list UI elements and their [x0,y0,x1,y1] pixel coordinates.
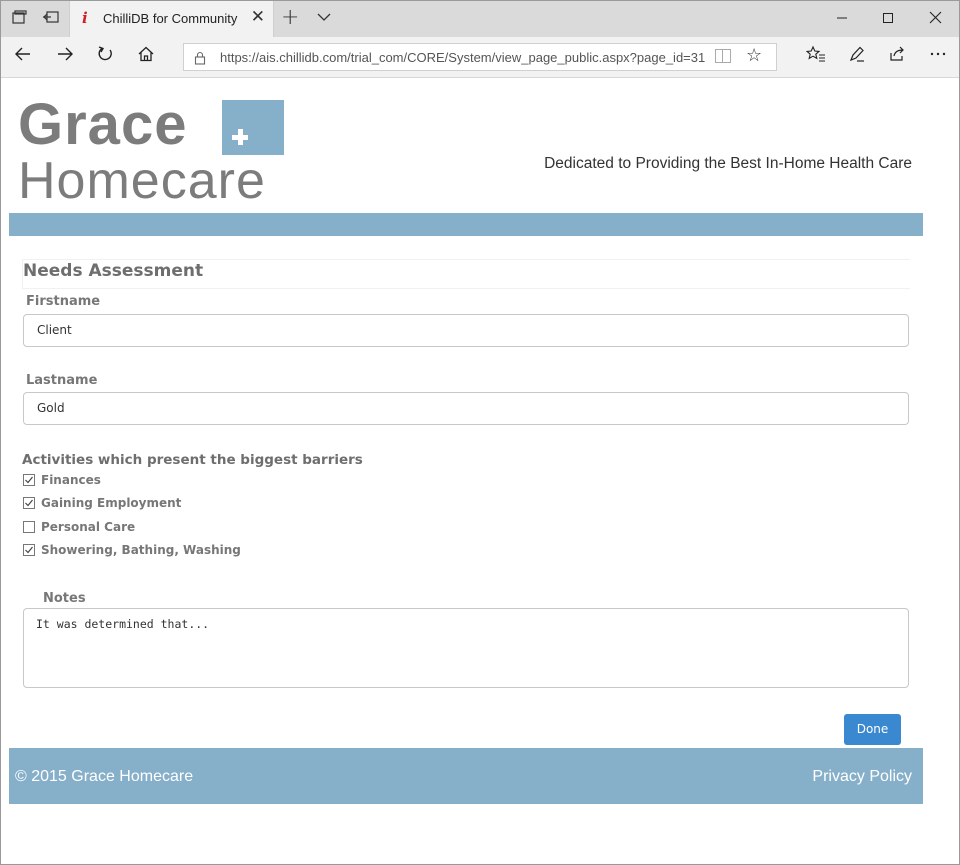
favorites-hub-icon[interactable] [804,45,828,69]
page-title: Needs Assessment [23,261,204,281]
logo-text-homecare: Homecare [18,152,266,210]
back-icon[interactable] [11,45,35,69]
checkbox-label: Showering, Bathing, Washing [41,543,241,557]
lastname-field[interactable]: Gold [23,392,909,425]
close-window-icon[interactable] [920,8,950,30]
chevron-down-icon[interactable] [316,9,332,29]
notes-pen-icon[interactable] [845,45,869,69]
forward-icon[interactable] [53,45,77,69]
navigation-bar: https://ais.chillidb.com/trial_com/CORE/… [1,37,959,78]
tagline: Dedicated to Providing the Best In-Home … [544,155,912,172]
favicon-icon: i [82,9,88,27]
favorite-star-icon[interactable]: ☆ [746,45,762,66]
page-content: Grace Homecare Dedicated to Providing th… [1,78,959,864]
logo-text-grace: Grace [18,92,188,157]
close-icon[interactable]: ✕ [251,7,265,27]
checkbox-gaining-employment[interactable] [23,497,35,509]
set-aside-tabs-icon[interactable] [41,9,61,29]
more-icon[interactable] [926,45,950,69]
checkbox-finances[interactable] [23,474,35,486]
notes-textarea[interactable]: It was determined that... [23,608,909,688]
notes-label: Notes [43,591,86,606]
checkbox-label: Finances [41,473,101,487]
firstname-field[interactable]: Client [23,314,909,347]
share-icon[interactable] [885,45,909,69]
checkbox-label: Gaining Employment [41,496,182,510]
tab-strip: i ChilliDB for Community ✕ + [1,1,959,37]
url-text: https://ais.chillidb.com/trial_com/CORE/… [220,50,706,65]
footer-copyright: © 2015 Grace Homecare [15,768,194,785]
privacy-policy-link[interactable]: Privacy Policy [812,768,912,786]
tab-chillidb[interactable]: i ChilliDB for Community ✕ [69,1,274,37]
done-button[interactable]: Done [844,714,901,745]
address-bar[interactable]: https://ais.chillidb.com/trial_com/CORE/… [183,43,777,71]
home-icon[interactable] [134,45,158,69]
barriers-label: Activities which present the biggest bar… [22,452,363,468]
maximize-icon[interactable] [873,8,903,30]
tab-title: ChilliDB for Community [103,11,238,26]
header-divider-bar [9,213,923,236]
checkbox-label: Personal Care [41,520,136,534]
new-tab-icon[interactable]: + [281,5,299,30]
browser-window: i ChilliDB for Community ✕ + https://ais… [0,0,960,865]
footer: © 2015 Grace Homecare Privacy Policy [9,748,923,804]
lastname-label: Lastname [26,373,98,388]
checkbox-personal-care[interactable] [23,521,35,533]
lock-icon [194,50,206,69]
firstname-label: Firstname [26,294,101,309]
refresh-icon[interactable] [93,45,117,69]
logo-plus-icon [222,100,284,155]
minimize-icon[interactable] [827,8,857,30]
checkbox-showering[interactable] [23,544,35,556]
reading-view-icon[interactable] [715,49,731,63]
tab-manager-icon[interactable] [9,9,29,29]
